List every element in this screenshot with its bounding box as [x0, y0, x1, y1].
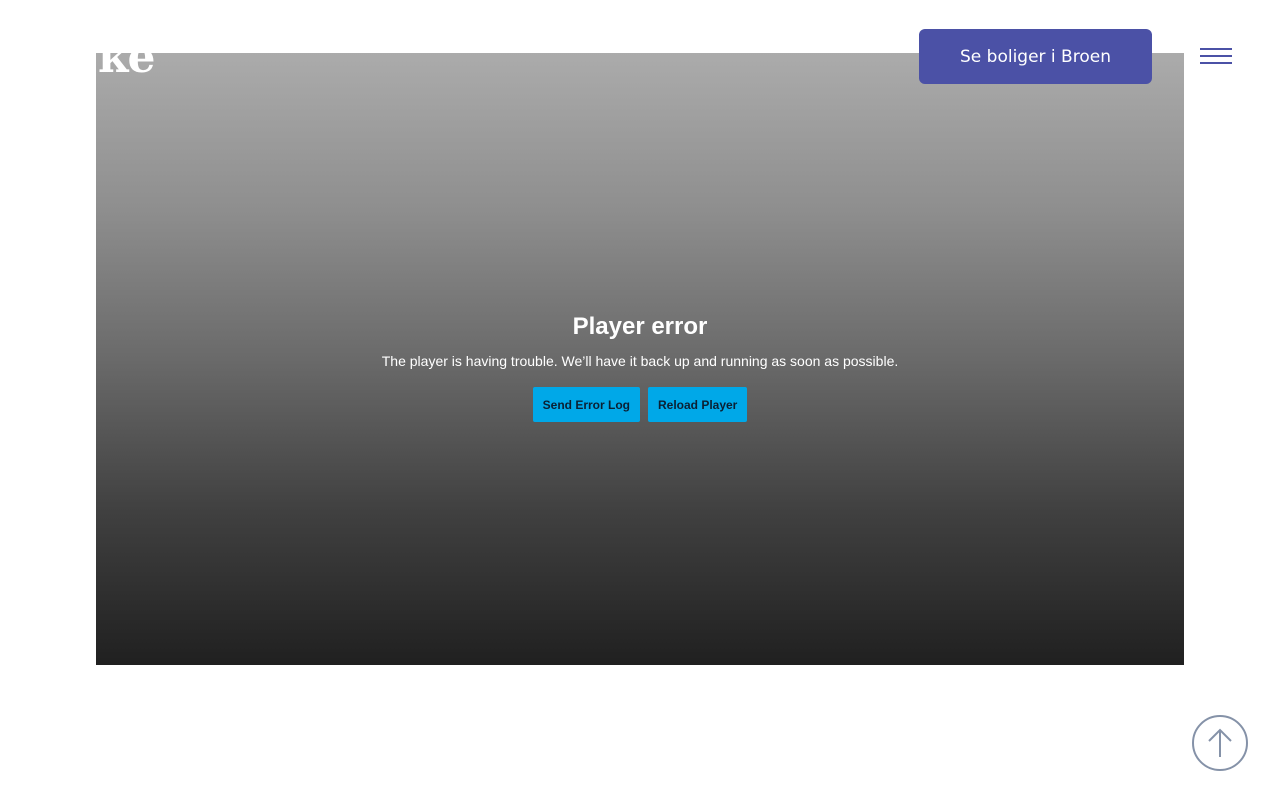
arrow-up-icon	[1208, 728, 1232, 757]
player-error-message: The player is having trouble. We’ll have…	[381, 353, 899, 369]
scroll-to-top-button[interactable]	[1192, 715, 1248, 771]
player-error-title: Player error	[572, 313, 708, 340]
video-player[interactable]: Player error The player is having troubl…	[96, 53, 1184, 665]
player-error-actions: Send Error Log Reload Player	[96, 387, 1184, 422]
send-error-log-button[interactable]: Send Error Log	[532, 387, 640, 422]
page: Player error The player is having troubl…	[0, 0, 1280, 800]
menu-button[interactable]	[1196, 42, 1236, 70]
hamburger-menu-icon	[1200, 48, 1232, 64]
reload-player-button[interactable]: Reload Player	[647, 387, 748, 422]
site-logo[interactable]: ke	[98, 36, 155, 80]
see-homes-button[interactable]: Se boliger i Broen	[919, 29, 1152, 84]
player-error-panel: Player error The player is having troubl…	[96, 311, 1184, 422]
